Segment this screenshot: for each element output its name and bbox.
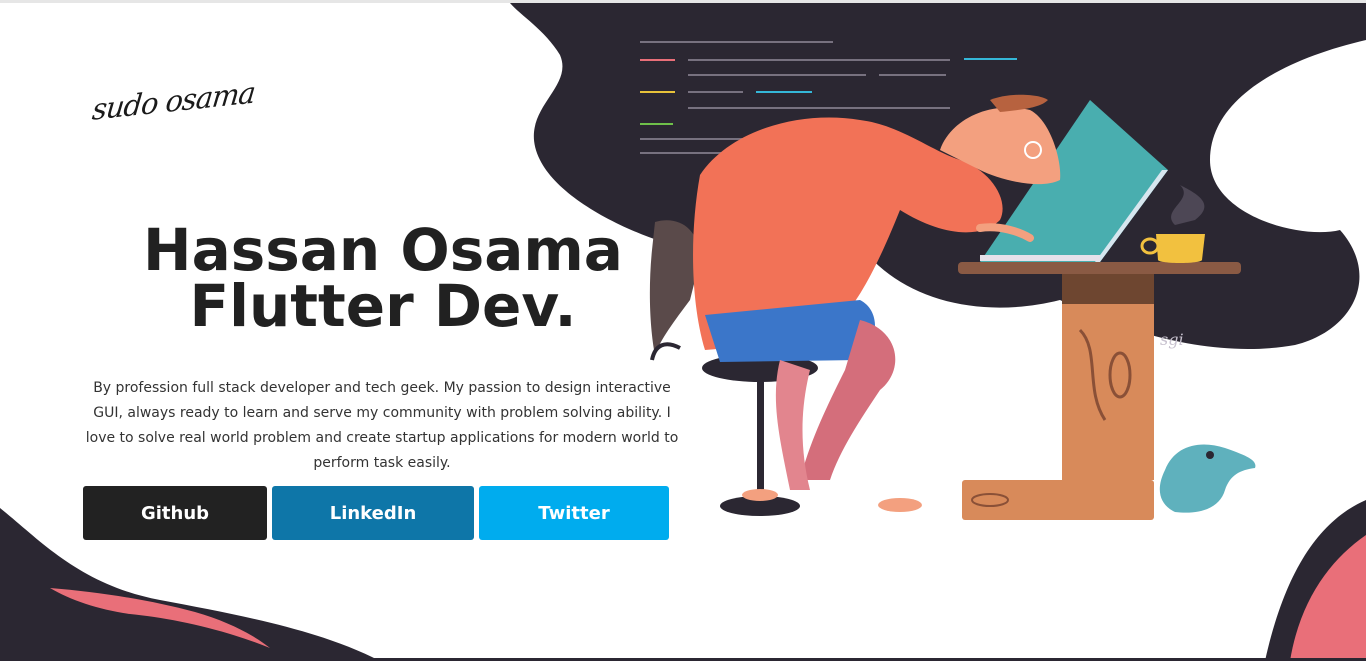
coffee-cup-graphic (1140, 185, 1205, 263)
hero-role: Flutter Dev. (189, 272, 577, 340)
artist-signature: sgi (1160, 330, 1184, 349)
twitter-button[interactable]: Twitter (479, 486, 669, 540)
linkedin-button[interactable]: LinkedIn (272, 486, 474, 540)
creature-graphic (1159, 444, 1256, 513)
svg-text:✕: ✕ (640, 15, 641, 34)
hero-description: By profession full stack developer and t… (85, 380, 679, 471)
developer-figure (693, 94, 1061, 512)
github-button[interactable]: Github (83, 486, 267, 540)
hero-illustration: ✕ (640, 15, 1256, 520)
hero-title: Hassan Osama Flutter Dev. (100, 221, 666, 335)
